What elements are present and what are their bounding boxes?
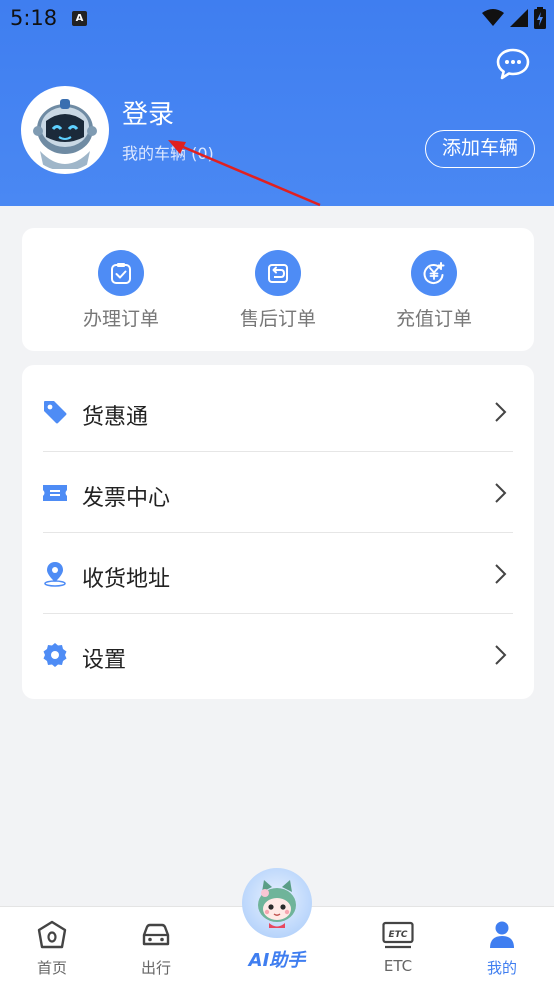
menu-item-shipping-address[interactable]: 收货地址	[22, 533, 534, 614]
home-icon	[37, 920, 67, 949]
order-label: 办理订单	[82, 308, 159, 330]
return-box-icon	[255, 250, 301, 296]
my-vehicles-count[interactable]: 我的车辆 (0)	[122, 140, 214, 164]
svg-text:ETC: ETC	[389, 930, 408, 940]
menu-item-invoice-center[interactable]: 发票中心	[22, 452, 534, 533]
chat-bubble-icon[interactable]	[496, 48, 530, 80]
chevron-right-icon	[495, 645, 507, 665]
menu-item-huohuitong[interactable]: 货惠通	[22, 371, 534, 452]
tab-label: ETC	[383, 957, 413, 975]
robot-mascot-icon	[24, 89, 106, 171]
location-pin-icon	[44, 562, 66, 587]
menu-item-label: 收货地址	[82, 567, 171, 592]
battery-icon	[534, 7, 546, 29]
chevron-right-icon	[495, 564, 507, 584]
avatar[interactable]	[21, 86, 109, 174]
yuan-coin-icon	[411, 250, 457, 296]
etc-card-icon: ETC	[382, 921, 414, 949]
wifi-icon	[482, 9, 504, 26]
menu-item-label: 发票中心	[82, 486, 171, 511]
tab-etc[interactable]: ETC ETC	[353, 907, 443, 984]
tab-mine[interactable]: 我的	[457, 907, 547, 984]
clipboard-check-icon	[98, 250, 144, 296]
order-label: 售后订单	[239, 308, 316, 330]
status-bar: 5:18 A	[0, 0, 554, 38]
ticket-icon	[43, 485, 67, 501]
signal-icon	[510, 9, 528, 27]
tag-icon	[44, 401, 67, 424]
menu-card: 货惠通 发票中心 收货地址 设置	[22, 365, 534, 699]
processing-orders-button[interactable]: 办理订单	[61, 250, 181, 334]
chevron-right-icon	[495, 483, 507, 503]
chevron-right-icon	[495, 402, 507, 422]
ai-assistant-label[interactable]: AI助手	[232, 946, 322, 972]
orders-card: 办理订单 售后订单 充值订单	[22, 228, 534, 351]
notification-badge-icon: A	[72, 11, 87, 26]
login-title[interactable]: 登录	[122, 94, 174, 131]
menu-item-settings[interactable]: 设置	[22, 614, 534, 695]
recharge-orders-button[interactable]: 充值订单	[374, 250, 494, 334]
ai-assistant-button[interactable]	[242, 868, 312, 938]
tab-home[interactable]: 首页	[7, 907, 97, 984]
gear-icon	[43, 643, 67, 667]
tab-label: 首页	[36, 959, 67, 977]
status-time: 5:18	[10, 6, 58, 30]
tab-label: 我的	[486, 959, 517, 977]
after-sales-orders-button[interactable]: 售后订单	[218, 250, 338, 334]
profile-header: 5:18 A 登录 我的车辆 (0) 添加车辆	[0, 0, 554, 206]
ai-assistant-avatar-icon	[258, 880, 296, 928]
car-icon	[142, 923, 170, 946]
order-label: 充值订单	[395, 308, 472, 330]
tab-travel[interactable]: 出行	[111, 907, 201, 984]
user-icon	[490, 921, 514, 948]
menu-item-label: 设置	[82, 648, 127, 673]
menu-item-label: 货惠通	[82, 405, 149, 430]
add-vehicle-button[interactable]: 添加车辆	[425, 130, 535, 168]
tab-label: 出行	[140, 959, 171, 977]
status-icons	[482, 6, 546, 30]
